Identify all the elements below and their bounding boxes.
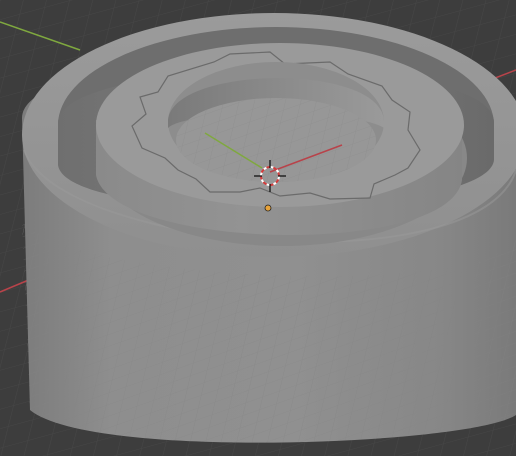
3d-viewport[interactable] [0, 0, 516, 456]
viewport-scene[interactable] [0, 0, 516, 456]
object-origin-icon[interactable] [264, 204, 272, 212]
